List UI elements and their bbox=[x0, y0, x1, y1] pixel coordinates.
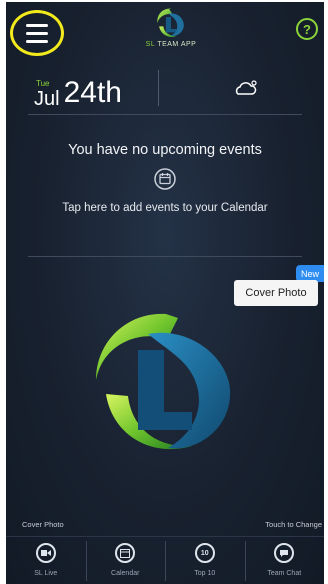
nav-label: SL Live bbox=[34, 570, 58, 577]
nav-sl-live[interactable]: SL Live bbox=[6, 537, 86, 584]
events-panel[interactable]: You have no upcoming events Tap here to … bbox=[6, 142, 324, 214]
divider bbox=[28, 256, 302, 257]
brand-logo: SL TEAM APP bbox=[126, 6, 216, 58]
date-row: Tue Jul 24th bbox=[6, 64, 324, 114]
divider bbox=[158, 70, 159, 106]
top-10-icon: 10 bbox=[194, 543, 215, 563]
menu-line bbox=[26, 31, 48, 35]
weekday-month: Tue Jul bbox=[34, 79, 60, 110]
hamburger-menu-icon[interactable] bbox=[10, 10, 64, 56]
cover-photo-button[interactable]: Cover Photo bbox=[234, 280, 318, 306]
help-icon: ? bbox=[303, 21, 311, 37]
touch-to-change-caption[interactable]: Touch to Change bbox=[265, 520, 322, 529]
add-events-link[interactable]: Tap here to add events to your Calendar bbox=[6, 202, 324, 214]
nav-calendar[interactable]: Calendar bbox=[85, 537, 166, 584]
nav-label: Calendar bbox=[111, 570, 140, 577]
menu-line bbox=[26, 23, 48, 27]
brand-suffix: TEAM APP bbox=[157, 41, 197, 48]
month: Jul bbox=[34, 88, 60, 110]
video-icon bbox=[35, 543, 56, 563]
app-logo-icon bbox=[157, 8, 184, 37]
nav-label: Top 10 bbox=[194, 570, 216, 577]
menu-line bbox=[26, 39, 48, 43]
date-display[interactable]: Tue Jul 24th bbox=[34, 70, 122, 110]
partly-cloudy-icon[interactable] bbox=[232, 78, 260, 98]
calendar-icon bbox=[115, 543, 136, 563]
no-events-message: You have no upcoming events bbox=[68, 142, 262, 158]
nav-label: Team Chat bbox=[267, 570, 302, 577]
team-logo-image[interactable] bbox=[88, 308, 238, 458]
calendar-icon bbox=[154, 168, 176, 190]
day: 24th bbox=[63, 76, 122, 109]
top-bar: SL TEAM APP ? bbox=[6, 2, 324, 62]
brand-name: SL TEAM APP bbox=[126, 41, 216, 48]
brand-prefix: SL bbox=[145, 41, 155, 48]
cover-photo-caption: Cover Photo bbox=[22, 520, 64, 529]
nav-team-chat[interactable]: Team Chat bbox=[244, 537, 325, 584]
divider bbox=[28, 114, 302, 115]
help-button[interactable]: ? bbox=[296, 18, 318, 40]
chat-icon bbox=[274, 543, 295, 563]
app-screen: SL TEAM APP ? Tue Jul 24th You have no u… bbox=[6, 2, 324, 584]
bottom-navigation: SL Live Calendar 10 Top 10 Team Chat bbox=[6, 536, 324, 584]
weekday: Tue bbox=[36, 79, 50, 88]
nav-top-10[interactable]: 10 Top 10 bbox=[165, 537, 245, 584]
